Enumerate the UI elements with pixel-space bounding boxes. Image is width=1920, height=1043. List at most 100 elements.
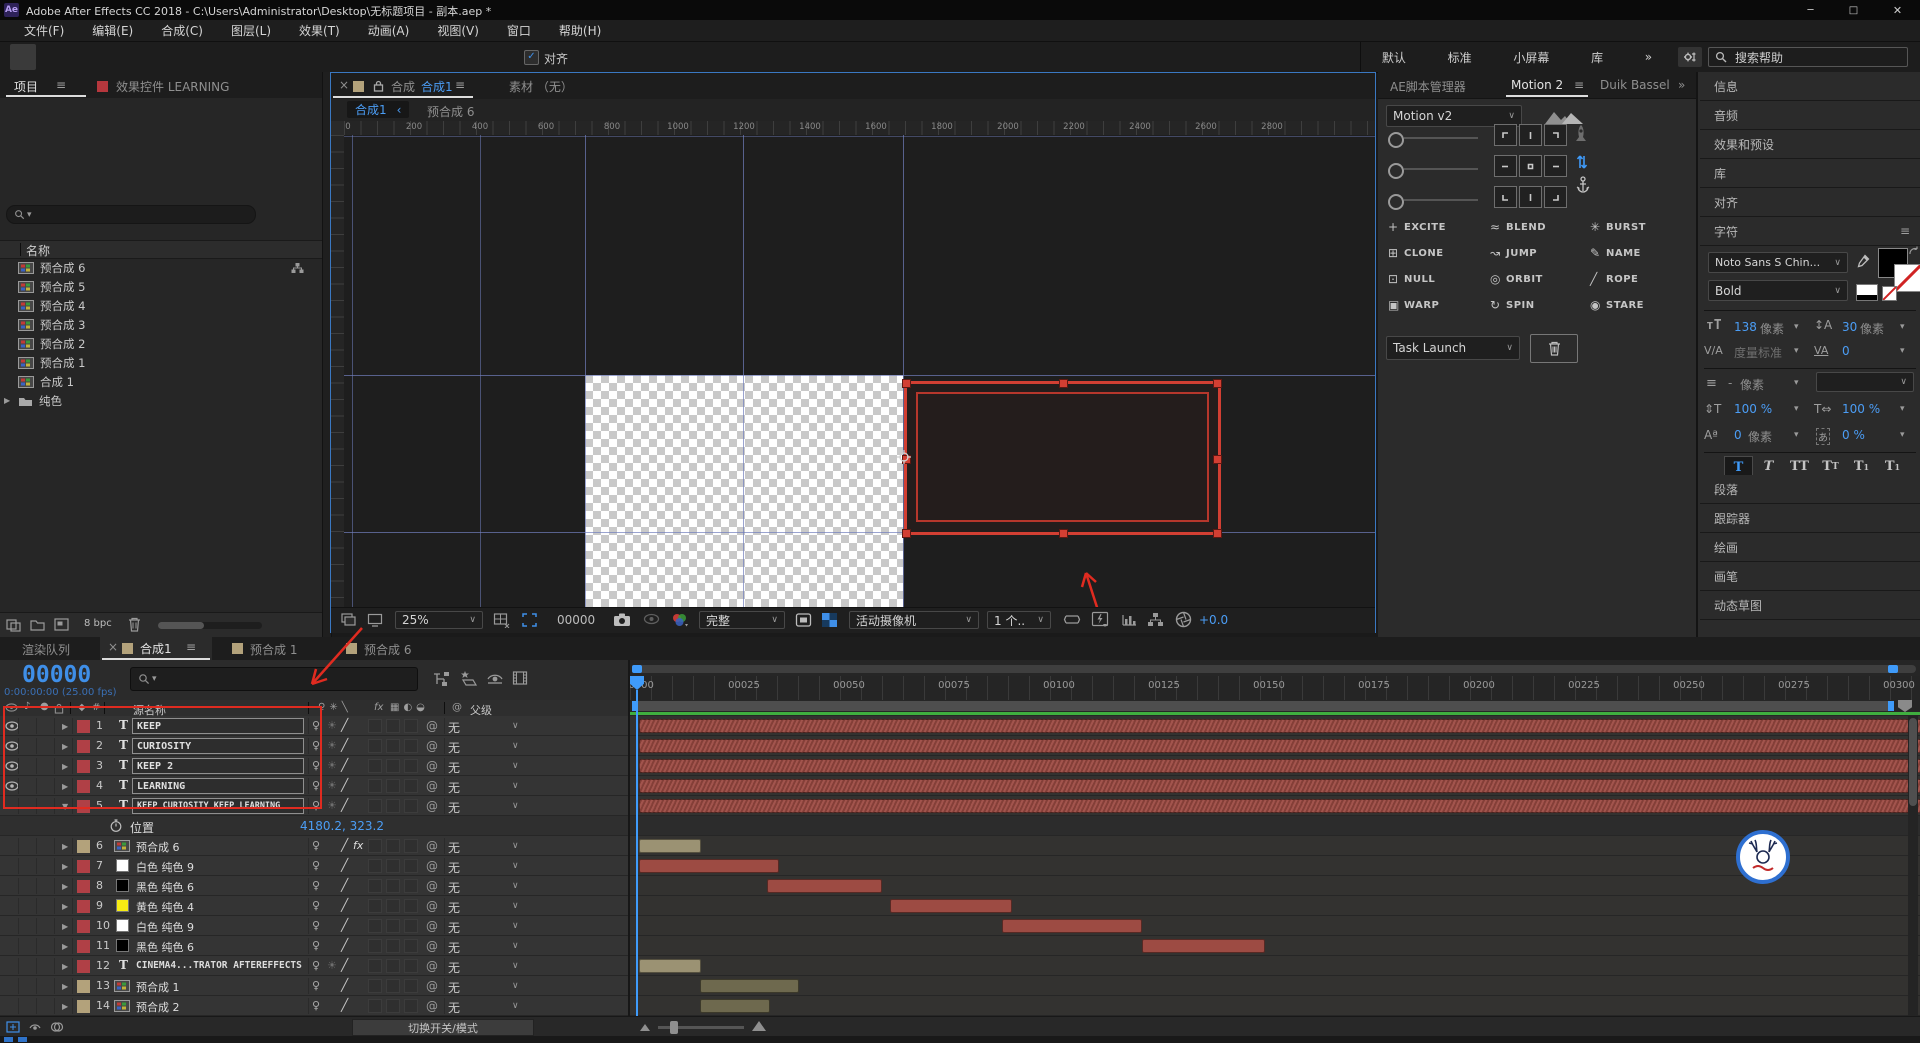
quality-switch-icon[interactable]: ╱ xyxy=(341,738,348,752)
baseline-shift-value[interactable]: 0 xyxy=(1734,428,1742,442)
tab-comp1[interactable]: × 合成1 ≡ xyxy=(100,637,212,660)
selected-layer-bounding-box[interactable] xyxy=(904,381,1221,535)
switch-cell[interactable] xyxy=(368,779,382,793)
layer-duration-bar[interactable] xyxy=(639,739,1920,753)
stopwatch-icon[interactable] xyxy=(110,819,122,832)
tab-motion2[interactable]: Motion 2 xyxy=(1511,78,1563,92)
switch-cell[interactable] xyxy=(368,839,382,853)
tsume-caret-icon[interactable]: ▾ xyxy=(1900,430,1905,440)
all-caps-button[interactable]: TT xyxy=(1786,456,1813,477)
name-column-label[interactable]: 名称 xyxy=(26,242,50,259)
quality-switch-icon[interactable]: ╱ xyxy=(341,878,348,892)
switch-cell[interactable] xyxy=(386,859,400,873)
magnification-select[interactable]: 25%∨ xyxy=(395,611,483,629)
layer-row[interactable]: ▶13预合成 1♀╱@无∨ xyxy=(0,976,628,996)
motion-slider-track-2[interactable] xyxy=(1404,199,1478,201)
workspace-默认[interactable]: 默认 xyxy=(1382,49,1406,66)
parent-pickwhip-icon[interactable]: @ xyxy=(426,779,438,793)
layer-duration-bar[interactable] xyxy=(639,959,701,973)
snap-label[interactable]: 对齐 xyxy=(544,50,568,67)
label-color-chip[interactable] xyxy=(77,900,90,913)
motion-button-clone[interactable]: ⊞CLONE xyxy=(1388,246,1444,260)
tab-precomp6[interactable]: 预合成 6 xyxy=(364,641,411,658)
layer-duration-bar[interactable] xyxy=(639,799,1920,813)
more-tabs-icon[interactable]: » xyxy=(1678,78,1685,92)
view-layout-select[interactable]: 1 个..∨ xyxy=(987,611,1051,629)
parent-caret-icon[interactable]: ∨ xyxy=(512,781,519,791)
panel-header-跟踪器[interactable]: 跟踪器 xyxy=(1700,504,1920,533)
draft-3d-icon[interactable] xyxy=(458,669,478,687)
panel-header-character[interactable]: 字符 ≡ xyxy=(1700,217,1920,246)
panel-menu-icon[interactable]: ≡ xyxy=(56,78,66,92)
layer-track-row[interactable] xyxy=(630,956,1920,976)
viewer-canvas[interactable] xyxy=(344,135,1375,607)
layer-duration-bar[interactable] xyxy=(1002,919,1142,933)
motion-trash-button[interactable] xyxy=(1530,334,1578,363)
parent-caret-icon[interactable]: ∨ xyxy=(512,981,519,991)
switch-cell[interactable] xyxy=(404,719,418,733)
anchor-grid-button-4[interactable] xyxy=(1519,155,1542,177)
stroke-width-value[interactable]: - xyxy=(1728,376,1732,390)
anchor-grid-button-5[interactable] xyxy=(1544,155,1567,177)
parent-select[interactable]: 无 xyxy=(448,759,460,776)
exposure-value[interactable]: +0.0 xyxy=(1199,613,1228,627)
parent-pickwhip-icon[interactable]: @ xyxy=(426,919,438,933)
project-item[interactable]: 合成 1 xyxy=(0,372,322,391)
motion-button-burst[interactable]: ✳BURST xyxy=(1590,220,1646,234)
draft-switch-icon[interactable]: ☀ xyxy=(327,959,337,972)
anchor-icon[interactable] xyxy=(1576,176,1590,194)
minimize-button[interactable]: ─ xyxy=(1789,0,1832,20)
motion-slider-knob-1[interactable] xyxy=(1388,163,1404,179)
exposure-shutter-icon[interactable] xyxy=(1175,611,1192,628)
no-fill-icon[interactable] xyxy=(1882,286,1897,301)
timeline-top-scrollbar[interactable] xyxy=(632,665,1916,673)
panel-menu-icon[interactable]: ≡ xyxy=(1574,78,1584,92)
breadcrumb-current-chip[interactable]: 合成1 ‹ xyxy=(347,101,409,118)
switch-cell[interactable] xyxy=(386,959,400,973)
stroke-style-select[interactable]: ∨ xyxy=(1816,372,1914,392)
parent-select[interactable]: 无 xyxy=(448,879,460,896)
current-timecode[interactable]: 00000 xyxy=(22,662,91,688)
eyedropper-icon[interactable] xyxy=(1856,254,1870,268)
twirl-icon[interactable]: ▶ xyxy=(62,922,68,931)
layer-duration-bar[interactable] xyxy=(639,719,1920,733)
draft-switch-icon[interactable]: ☀ xyxy=(327,719,337,732)
parent-caret-icon[interactable]: ∨ xyxy=(512,761,519,771)
parent-caret-icon[interactable]: ∨ xyxy=(512,961,519,971)
stroke-color-swatch[interactable] xyxy=(1894,264,1920,292)
project-item[interactable]: 预合成 6 xyxy=(0,258,322,277)
selection-handle[interactable] xyxy=(1059,529,1068,538)
anchor-grid-button-2[interactable] xyxy=(1544,124,1567,146)
comp-marker-bin-icon[interactable] xyxy=(1898,700,1912,712)
expand-layers-icon[interactable] xyxy=(6,1021,20,1033)
quality-switch-icon[interactable]: ╱ xyxy=(341,898,348,912)
help-search[interactable]: 搜索帮助 xyxy=(1708,47,1908,67)
parent-caret-icon[interactable]: ∨ xyxy=(512,921,519,931)
collapse-switch-icon[interactable]: ♀ xyxy=(312,859,320,872)
parent-select[interactable]: 无 xyxy=(448,959,460,976)
quality-switch-icon[interactable]: ╱ xyxy=(341,778,348,792)
collapse-switch-icon[interactable]: ♀ xyxy=(312,839,320,852)
vscale-caret-icon[interactable]: ▾ xyxy=(1794,404,1799,414)
motion-button-stare[interactable]: ◉STARE xyxy=(1590,298,1644,312)
parent-select[interactable]: 无 xyxy=(448,739,460,756)
parent-select[interactable]: 无 xyxy=(448,919,460,936)
tab-precomp1[interactable]: 预合成 1 xyxy=(250,641,297,658)
panel-header-段落[interactable]: 段落 xyxy=(1700,475,1920,504)
menu-视图(V)[interactable]: 视图(V) xyxy=(423,22,493,39)
stroke-width-caret-icon[interactable]: ▾ xyxy=(1794,378,1799,388)
mountains-icon[interactable] xyxy=(1544,108,1584,125)
workspace-gear-icon[interactable] xyxy=(1678,47,1702,67)
workspace-库[interactable]: 库 xyxy=(1591,49,1603,66)
tracking-caret-icon[interactable]: ▾ xyxy=(1900,346,1905,356)
switch-cell[interactable] xyxy=(386,979,400,993)
switch-cell[interactable] xyxy=(368,879,382,893)
layer-track-row[interactable] xyxy=(630,736,1920,756)
tab-comp-name[interactable]: 合成1 xyxy=(421,78,453,95)
horizontal-scale-value[interactable]: 100 % xyxy=(1842,402,1880,416)
layer-track-row[interactable] xyxy=(630,936,1920,956)
current-frame-indicator[interactable]: 00000 xyxy=(557,613,595,627)
switch-cell[interactable] xyxy=(368,919,382,933)
workspace-小屏幕[interactable]: 小屏幕 xyxy=(1513,49,1549,66)
parent-caret-icon[interactable]: ∨ xyxy=(512,801,519,811)
